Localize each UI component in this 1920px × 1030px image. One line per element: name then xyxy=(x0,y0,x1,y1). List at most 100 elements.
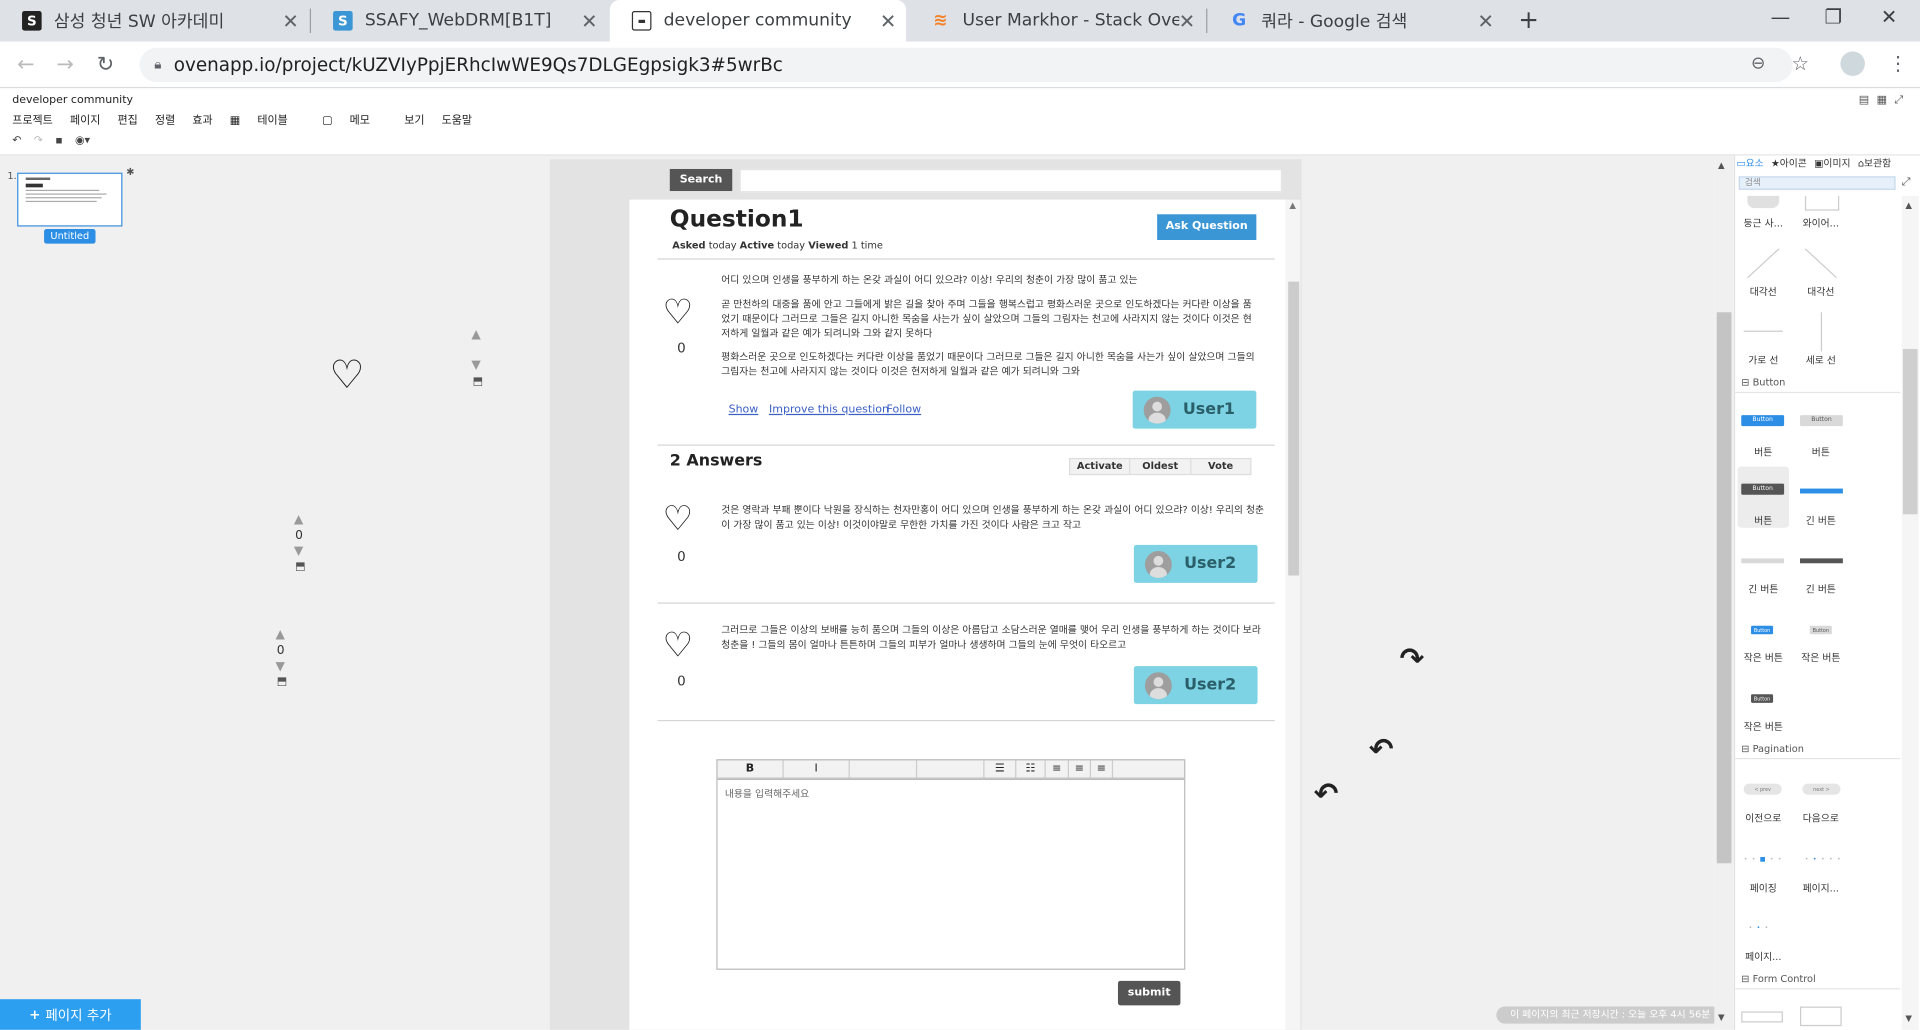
bold-button[interactable]: B xyxy=(718,760,784,778)
panel-expand-icon[interactable]: ⤢ xyxy=(1902,176,1911,188)
long-button-thumb[interactable] xyxy=(1800,558,1843,564)
sort-tab-oldest[interactable]: Oldest xyxy=(1131,459,1192,474)
long-button-thumb[interactable] xyxy=(1800,488,1843,494)
sort-tab-vote[interactable]: Vote xyxy=(1191,459,1250,474)
layout-icon[interactable]: ▤ xyxy=(1859,94,1869,106)
minimize-icon[interactable]: — xyxy=(1771,5,1791,28)
close-tab-icon[interactable]: ✕ xyxy=(880,9,896,32)
upvote-icon[interactable]: ▲ xyxy=(471,328,480,341)
panel-tab-images[interactable]: ▣이미지 xyxy=(1814,157,1850,170)
align-left-icon[interactable]: ≡ xyxy=(1046,760,1069,778)
button-thumb[interactable]: Button xyxy=(1741,415,1785,427)
search-button[interactable]: Search xyxy=(669,168,733,192)
panel-search-input[interactable]: 검색 xyxy=(1738,176,1896,190)
scroll-down-icon[interactable]: ▼ xyxy=(1905,1014,1912,1024)
scroll-up-icon[interactable]: ▲ xyxy=(1905,201,1912,211)
browser-tab-active[interactable]: ▬ developer community ✕ xyxy=(609,0,907,42)
user-card[interactable]: User1 xyxy=(1132,390,1257,429)
horizontal-line-thumb[interactable] xyxy=(1743,330,1783,332)
search-input[interactable] xyxy=(739,168,1283,193)
paging-thumb[interactable]: • • ■ • • xyxy=(1744,856,1783,863)
bookmark-icon[interactable]: ⬒ xyxy=(277,676,287,688)
profile-avatar[interactable] xyxy=(1840,51,1865,76)
show-link[interactable]: Show xyxy=(729,404,759,416)
diagonal-line-thumb[interactable] xyxy=(1747,248,1780,278)
diagonal-line-thumb[interactable] xyxy=(1804,248,1837,278)
align-center-icon[interactable]: ≡ xyxy=(1069,760,1092,778)
expand-icon[interactable]: ⤢ xyxy=(1894,94,1903,106)
align-right-icon[interactable]: ≡ xyxy=(1091,760,1114,778)
small-button-thumb[interactable]: Button xyxy=(1751,625,1774,635)
user-card[interactable]: User2 xyxy=(1133,666,1258,705)
small-button-thumb[interactable]: Button xyxy=(1809,625,1832,635)
page-settings-icon[interactable]: ✱ xyxy=(126,167,134,178)
textarea-thumb[interactable] xyxy=(1800,1006,1842,1027)
address-bar[interactable]: 🔒︎ ovenapp.io/project/kUZVIyPpjERhcIwWE9… xyxy=(139,47,1793,83)
panel-tab-icons[interactable]: ★아이콘 xyxy=(1771,157,1807,170)
add-page-button[interactable]: + 페이지 추가 xyxy=(0,999,141,1030)
panel-scrollbar[interactable] xyxy=(1901,195,1919,1030)
close-window-icon[interactable]: ✕ xyxy=(1881,5,1897,28)
menu-table[interactable]: ▦ 테이블 xyxy=(230,111,305,127)
redo-arrow-icon[interactable]: ↷ xyxy=(1400,642,1425,676)
new-tab-icon[interactable]: + xyxy=(1518,5,1539,34)
like-heart-icon[interactable]: ♡ xyxy=(662,501,693,536)
zoom-icon[interactable]: ⊖ xyxy=(1751,54,1765,74)
close-tab-icon[interactable]: ✕ xyxy=(1477,9,1493,32)
vertical-line-thumb[interactable] xyxy=(1820,312,1823,352)
browser-tab[interactable]: S 삼성 청년 SW 아카데미 ✕ xyxy=(0,0,309,42)
section-button[interactable]: ⊟ Button xyxy=(1741,377,1785,388)
rounded-rect-thumb[interactable] xyxy=(1747,195,1780,209)
menu-effect[interactable]: 효과 xyxy=(192,111,212,127)
scroll-up-icon[interactable]: ▲ xyxy=(1718,160,1725,170)
menu-memo[interactable]: ▢ 메모 xyxy=(322,111,387,127)
improve-question-link[interactable]: Improve this question xyxy=(769,404,889,416)
close-tab-icon[interactable]: ✕ xyxy=(282,9,298,32)
user-card[interactable]: User2 xyxy=(1133,544,1258,583)
downvote-icon[interactable]: ▼ xyxy=(276,660,285,673)
like-heart-icon[interactable]: ♡ xyxy=(662,628,693,662)
downvote-icon[interactable]: ▼ xyxy=(471,359,480,372)
preview-dropdown-icon[interactable]: ◉▾ xyxy=(75,135,90,147)
wireframe-thumb[interactable] xyxy=(1804,195,1840,211)
like-heart-icon[interactable]: ♡ xyxy=(662,294,693,329)
page-label[interactable]: Untitled xyxy=(44,228,96,244)
close-tab-icon[interactable]: ✕ xyxy=(581,9,597,32)
back-icon[interactable]: ← xyxy=(17,53,34,77)
scroll-down-icon[interactable]: ▼ xyxy=(1718,1013,1725,1023)
menu-help[interactable]: 도움말 xyxy=(442,111,472,127)
menu-view[interactable]: 보기 xyxy=(404,111,424,127)
paging-thumb[interactable]: • • • xyxy=(1749,924,1770,931)
answer-editor[interactable]: 내용을 입력해주세요 xyxy=(716,778,1186,970)
menu-page[interactable]: 페이지 xyxy=(70,111,100,127)
upvote-icon[interactable]: ▲ xyxy=(294,513,303,526)
downvote-icon[interactable]: ▼ xyxy=(294,545,303,558)
maximize-icon[interactable]: ❐ xyxy=(1825,5,1843,28)
bookmark-icon[interactable]: ⬒ xyxy=(473,376,483,388)
close-tab-icon[interactable]: ✕ xyxy=(1179,9,1195,32)
follow-link[interactable]: Follow xyxy=(887,404,922,416)
bullet-list-icon[interactable]: ☰ xyxy=(984,760,1017,778)
workspace-scrollbar-thumb[interactable] xyxy=(1716,312,1732,864)
submit-button[interactable]: submit xyxy=(1117,980,1181,1006)
menu-align[interactable]: 정렬 xyxy=(155,111,175,127)
menu-project[interactable]: 프로젝트 xyxy=(12,111,53,127)
bookmark-star-icon[interactable]: ☆ xyxy=(1791,51,1809,74)
small-button-thumb[interactable]: Button xyxy=(1751,694,1774,703)
sort-tab-activate[interactable]: Activate xyxy=(1070,459,1131,474)
italic-button[interactable]: I xyxy=(784,760,850,778)
long-button-thumb[interactable] xyxy=(1741,558,1785,564)
section-form-control[interactable]: ⊟ Form Control xyxy=(1741,973,1816,984)
browser-tab[interactable]: ≋ User Markhor - Stack Overflow ✕ xyxy=(909,0,1205,42)
undo-icon[interactable]: ↶ xyxy=(12,135,21,147)
ask-question-button[interactable]: Ask Question xyxy=(1157,214,1257,241)
panel-tab-elements[interactable]: ▭요소 xyxy=(1736,157,1763,170)
input-thumb[interactable] xyxy=(1741,1011,1783,1023)
heart-icon[interactable]: ♡ xyxy=(329,355,364,394)
browser-menu-icon[interactable]: ⋮ xyxy=(1888,51,1908,74)
prev-thumb[interactable]: < prev xyxy=(1743,783,1782,795)
save-icon[interactable]: ▪ xyxy=(55,135,62,147)
forward-icon[interactable]: → xyxy=(56,53,73,77)
panel-tab-storage[interactable]: ⌂보관함 xyxy=(1858,157,1891,170)
button-thumb[interactable]: Button xyxy=(1741,483,1785,495)
